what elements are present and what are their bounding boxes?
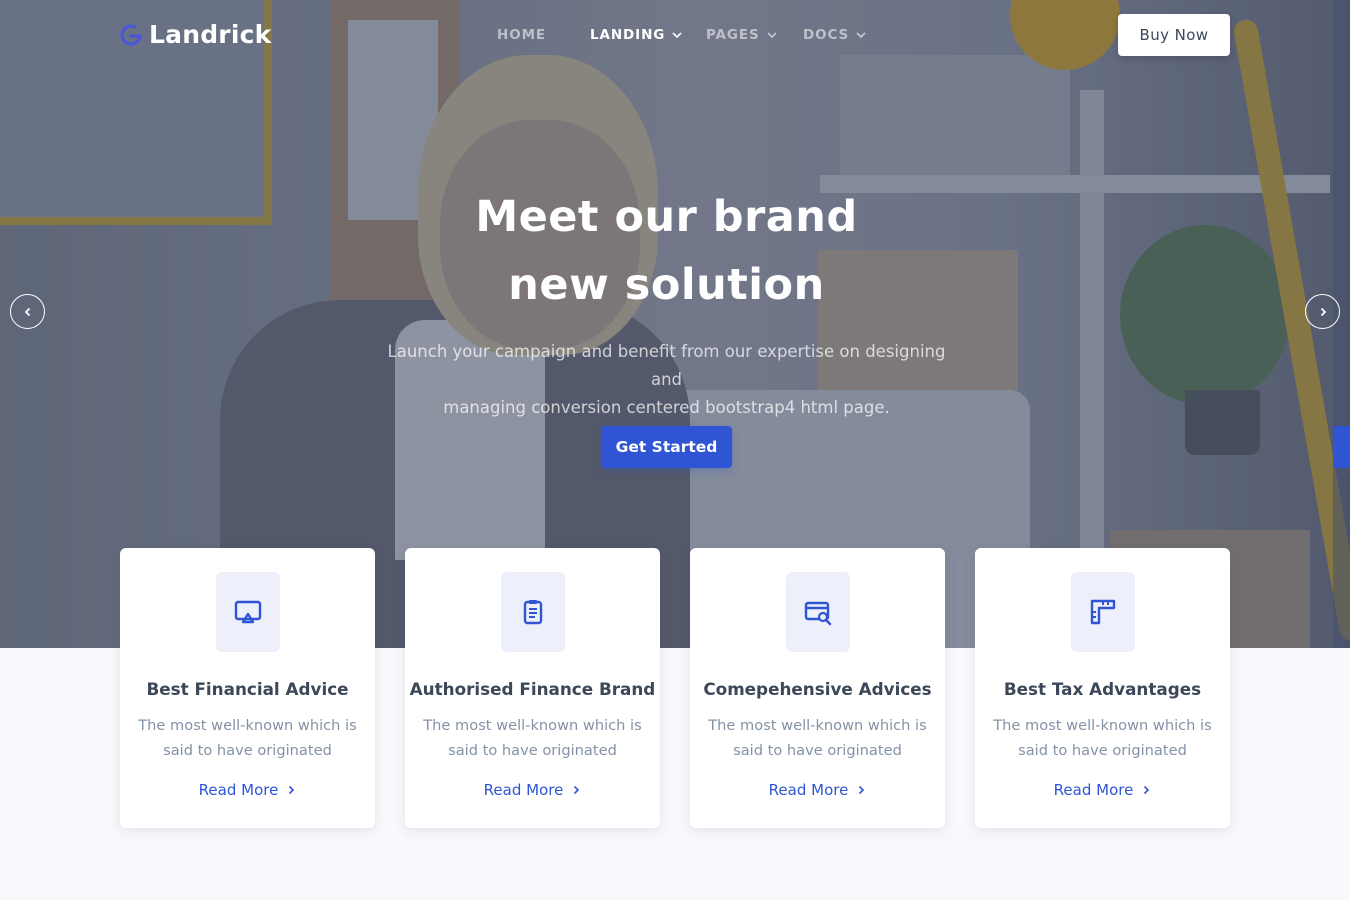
hero-description: Launch your campaign and benefit from ou… xyxy=(370,338,963,422)
chevron-right-icon xyxy=(1144,785,1150,795)
chevron-right-icon xyxy=(574,785,580,795)
chevron-right-icon xyxy=(859,785,865,795)
read-more-link[interactable]: Read More xyxy=(120,781,375,799)
hero-description-line2: managing conversion centered bootstrap4 … xyxy=(443,398,890,417)
presentation-icon xyxy=(234,600,262,624)
feature-description-line2: said to have originated xyxy=(1018,742,1187,759)
hero-title: Meet our brand new solution xyxy=(0,183,1333,319)
feature-card: Best Financial Advice The most well-know… xyxy=(120,548,375,828)
feature-description: The most well-known which is said to hav… xyxy=(421,713,644,763)
read-more-label: Read More xyxy=(198,781,279,799)
feature-title: Authorised Finance Brand xyxy=(409,679,656,699)
feature-description-line1: The most well-known which is xyxy=(423,717,642,734)
next-slide-cta-peek xyxy=(1333,426,1350,468)
next-slide-peek xyxy=(1333,0,1350,648)
feature-card: Comepehensive Advices The most well-know… xyxy=(690,548,945,828)
brand-name: Landrick xyxy=(149,20,272,49)
read-more-label: Read More xyxy=(483,781,564,799)
brand-logo[interactable]: Landrick xyxy=(119,20,271,49)
feature-title: Best Financial Advice xyxy=(146,679,349,699)
feature-description-line1: The most well-known which is xyxy=(993,717,1212,734)
read-more-link[interactable]: Read More xyxy=(975,781,1230,799)
nav-landing[interactable]: LANDING xyxy=(590,27,683,43)
feature-description-line2: said to have originated xyxy=(448,742,617,759)
top-navbar: Landrick HOME LANDING PAGES DOCS Buy Now xyxy=(0,0,1350,74)
read-more-link[interactable]: Read More xyxy=(690,781,945,799)
read-more-label: Read More xyxy=(768,781,849,799)
nav-docs-label: DOCS xyxy=(803,27,850,43)
logo-icon xyxy=(119,23,143,47)
chevron-right-icon xyxy=(289,785,295,795)
chevron-left-icon xyxy=(24,307,30,316)
nav-pages[interactable]: PAGES xyxy=(706,27,778,43)
buy-now-button[interactable]: Buy Now xyxy=(1118,14,1230,56)
nav-landing-label: LANDING xyxy=(590,27,666,43)
ruler-combined-icon xyxy=(1090,599,1116,625)
feature-description-line1: The most well-known which is xyxy=(138,717,357,734)
feature-icon-box xyxy=(786,572,850,652)
feature-icon-box xyxy=(501,572,565,652)
feature-description: The most well-known which is said to hav… xyxy=(991,713,1214,763)
chevron-down-icon xyxy=(856,32,866,39)
nav-docs[interactable]: DOCS xyxy=(803,27,867,43)
nav-pages-label: PAGES xyxy=(706,27,760,43)
read-more-link[interactable]: Read More xyxy=(405,781,660,799)
chevron-right-icon xyxy=(1320,307,1326,316)
feature-title: Comepehensive Advices xyxy=(703,679,932,699)
credit-card-search-icon xyxy=(804,601,832,626)
feature-description-line2: said to have originated xyxy=(163,742,332,759)
hero-title-line1: Meet our brand xyxy=(475,192,858,242)
clipboard-icon xyxy=(523,600,543,625)
hero-description-line1: Launch your campaign and benefit from ou… xyxy=(387,342,946,389)
hero-title-line2: new solution xyxy=(508,260,825,310)
feature-description: The most well-known which is said to hav… xyxy=(706,713,929,763)
feature-icon-box xyxy=(1071,572,1135,652)
chevron-down-icon xyxy=(767,32,777,39)
feature-icon-box xyxy=(216,572,280,652)
feature-card: Best Tax Advantages The most well-known … xyxy=(975,548,1230,828)
chevron-down-icon xyxy=(672,32,682,39)
slider-prev-button[interactable] xyxy=(10,294,45,329)
feature-card: Authorised Finance Brand The most well-k… xyxy=(405,548,660,828)
feature-description: The most well-known which is said to hav… xyxy=(136,713,359,763)
nav-home[interactable]: HOME xyxy=(497,27,546,43)
slider-next-button[interactable] xyxy=(1305,294,1340,329)
feature-description-line2: said to have originated xyxy=(733,742,902,759)
get-started-button[interactable]: Get Started xyxy=(601,426,732,468)
nav-home-label: HOME xyxy=(497,27,547,43)
feature-title: Best Tax Advantages xyxy=(1003,679,1202,699)
feature-description-line1: The most well-known which is xyxy=(708,717,927,734)
read-more-label: Read More xyxy=(1053,781,1134,799)
